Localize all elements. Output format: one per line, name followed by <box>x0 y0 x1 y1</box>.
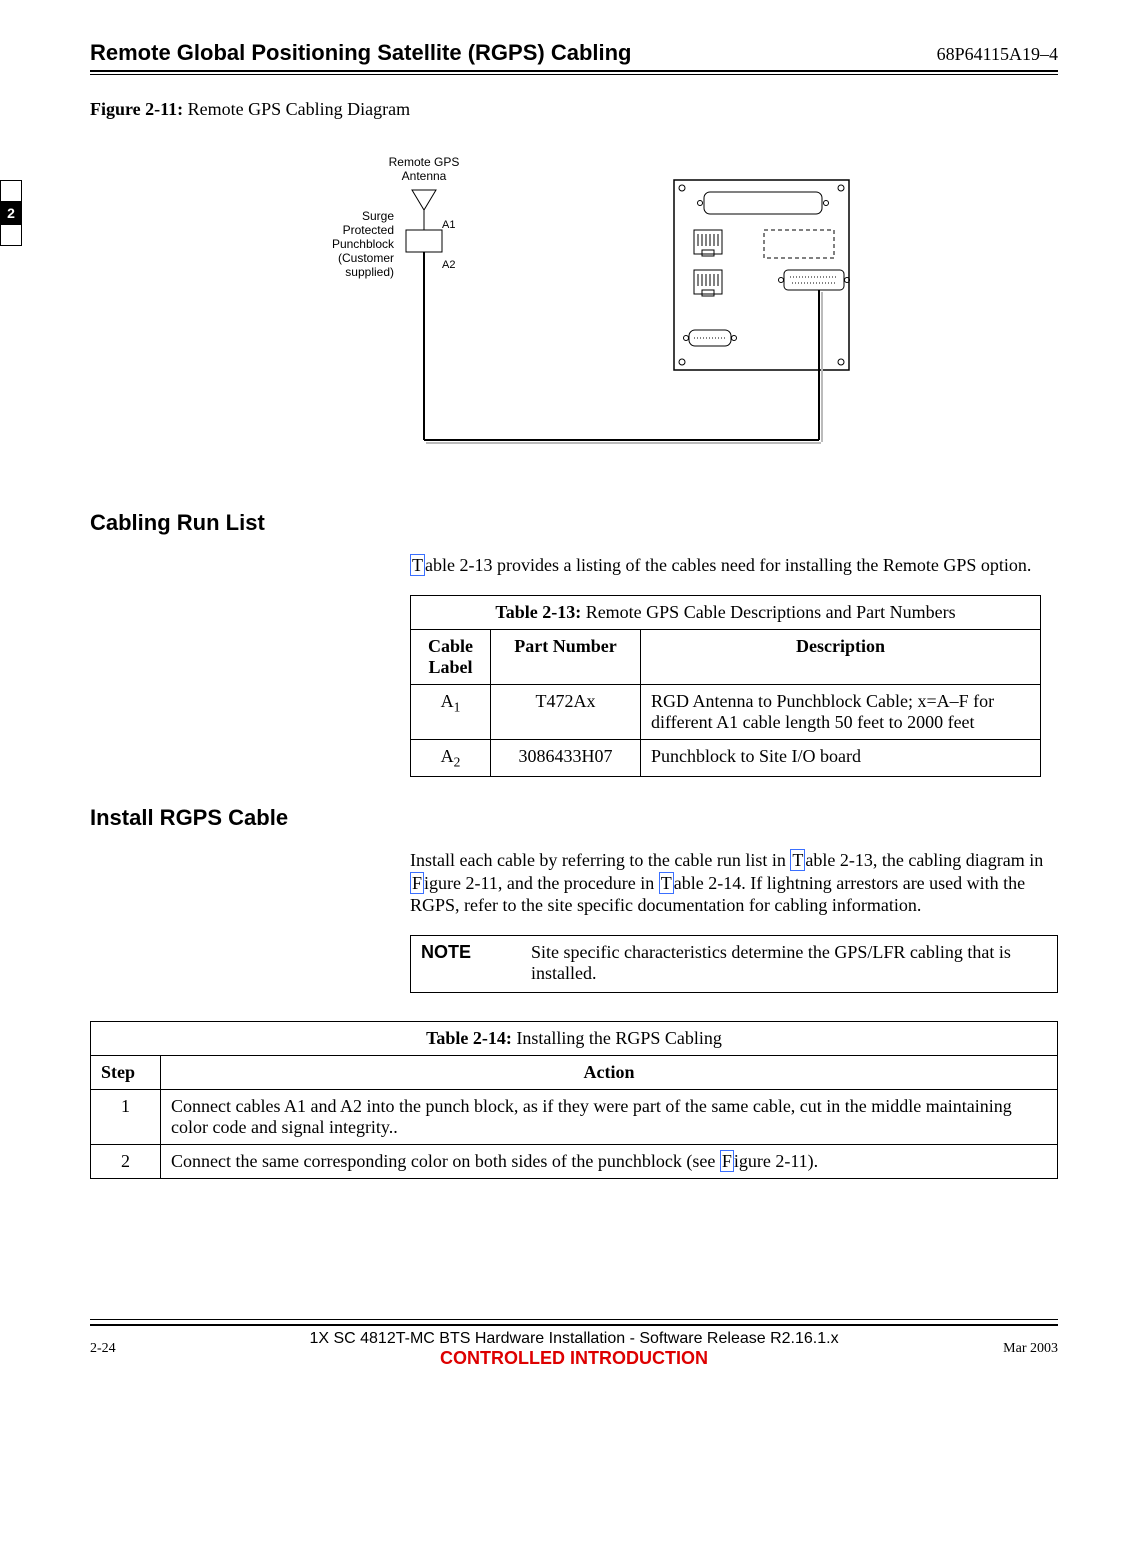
cell-action: Connect the same corresponding color on … <box>161 1144 1058 1178</box>
footer-doc-title: 1X SC 4812T-MC BTS Hardware Installation… <box>190 1330 958 1348</box>
punchblock-box <box>406 230 442 252</box>
antenna-icon <box>412 190 436 210</box>
section1-text: able 2-13 provides a listing of the cabl… <box>425 555 1031 575</box>
table-title: Table 2-13: Remote GPS Cable Description… <box>411 595 1041 629</box>
section-heading-cabling-run-list: Cabling Run List <box>90 510 1058 536</box>
screw-icon <box>838 359 844 365</box>
table-2-14: Table 2-14: Installing the RGPS Cabling … <box>90 1021 1058 1179</box>
pb-label-2: Protected <box>343 223 394 237</box>
section2-seg1: Install each cable by referring to the c… <box>410 850 790 870</box>
header-rule <box>90 74 1058 75</box>
col-header-cable-label: Cable Label <box>411 629 491 684</box>
section2-seg2: able 2-13, the cabling diagram in <box>805 850 1043 870</box>
gps-cabling-svg: Remote GPS Antenna A1 Surge Protected Pu… <box>294 150 854 460</box>
col-header-step: Step <box>91 1055 161 1089</box>
footer-date: Mar 2003 <box>958 1341 1058 1357</box>
db-connector-small <box>784 270 844 290</box>
table-row: A2 3086433H07 Punchblock to Site I/O boa… <box>411 739 1041 777</box>
table-row: 1 Connect cables A1 and A2 into the punc… <box>91 1089 1058 1144</box>
table-title-bold: Table 2-13: <box>495 602 581 622</box>
screw-icon <box>679 359 685 365</box>
antenna-label-1: Remote GPS <box>389 155 460 169</box>
col-header-action: Action <box>161 1055 1058 1089</box>
chapter-tab: 2 <box>0 180 22 246</box>
section2-para: Install each cable by referring to the c… <box>410 849 1058 917</box>
rj-icon <box>694 270 722 296</box>
cell-cable-label: A2 <box>411 739 491 777</box>
note-text: Site specific characteristics determine … <box>531 942 1047 984</box>
table-row: A1 T472Ax RGD Antenna to Punchblock Cabl… <box>411 684 1041 739</box>
pb-label-4: (Customer <box>338 251 394 265</box>
footer-center: 1X SC 4812T-MC BTS Hardware Installation… <box>190 1330 958 1369</box>
screw-icon <box>732 336 737 341</box>
tab-number: 2 <box>0 202 22 224</box>
page-header: Remote Global Positioning Satellite (RGP… <box>90 40 1058 72</box>
cell-part-number: 3086433H07 <box>491 739 641 777</box>
screw-icon <box>698 201 703 206</box>
footer-rule-thin <box>90 1319 1058 1322</box>
footer-controlled: CONTROLLED INTRODUCTION <box>190 1348 958 1369</box>
table-title-bold: Table 2-14: <box>426 1028 512 1048</box>
table-row: 2 Connect the same corresponding color o… <box>91 1144 1058 1178</box>
screw-icon <box>684 336 689 341</box>
header-title: Remote Global Positioning Satellite (RGP… <box>90 40 632 66</box>
figure-ref-link[interactable]: F <box>410 872 424 894</box>
antenna-label-2: Antenna <box>402 169 447 183</box>
footer-pagenum: 2-24 <box>90 1341 190 1357</box>
figure-label: Figure 2-11: <box>90 99 183 119</box>
note-box: NOTE Site specific characteristics deter… <box>410 935 1058 993</box>
cell-cable-label: A1 <box>411 684 491 739</box>
note-label: NOTE <box>421 942 531 984</box>
cell-description: RGD Antenna to Punchblock Cable; x=A–F f… <box>641 684 1041 739</box>
figure-diagram: Remote GPS Antenna A1 Surge Protected Pu… <box>90 150 1058 460</box>
pb-label-3: Punchblock <box>332 237 395 251</box>
cell-step: 2 <box>91 1144 161 1178</box>
dashed-slot <box>764 230 834 258</box>
tab-blank <box>0 224 22 246</box>
col-header-description: Description <box>641 629 1041 684</box>
cell-action: Connect cables A1 and A2 into the punch … <box>161 1089 1058 1144</box>
cell-part-number: T472Ax <box>491 684 641 739</box>
screw-icon <box>838 185 844 191</box>
figure-caption: Figure 2-11: Remote GPS Cabling Diagram <box>90 99 1058 120</box>
a1-label: A1 <box>442 219 455 231</box>
cell-description: Punchblock to Site I/O board <box>641 739 1041 777</box>
table-ref-link[interactable]: T <box>659 872 674 894</box>
col-header-part-number: Part Number <box>491 629 641 684</box>
figure-title: Remote GPS Cabling Diagram <box>188 99 410 119</box>
a2-label: A2 <box>442 259 455 271</box>
screw-icon <box>779 278 784 283</box>
section-heading-install-rgps: Install RGPS Cable <box>90 805 1058 831</box>
section2-seg3: igure 2-11, and the procedure in <box>424 873 659 893</box>
table-ref-link[interactable]: T <box>790 849 805 871</box>
table-2-13: Table 2-13: Remote GPS Cable Description… <box>410 595 1041 778</box>
table-title-rest: Installing the RGPS Cabling <box>512 1028 722 1048</box>
section1-para: Table 2-13 provides a listing of the cab… <box>410 554 1058 577</box>
figure-ref-link[interactable]: F <box>720 1150 734 1172</box>
tab-blank <box>0 180 22 202</box>
table-title: Table 2-14: Installing the RGPS Cabling <box>91 1021 1058 1055</box>
cell-step: 1 <box>91 1089 161 1144</box>
rj-icon <box>694 230 722 256</box>
pb-label-1: Surge <box>362 209 394 223</box>
page-footer: 2-24 1X SC 4812T-MC BTS Hardware Install… <box>90 1326 1058 1369</box>
screw-icon <box>824 201 829 206</box>
table-title-rest: Remote GPS Cable Descriptions and Part N… <box>581 602 955 622</box>
db-connector-top <box>704 192 822 214</box>
screw-icon <box>679 185 685 191</box>
section1-body: Table 2-13 provides a listing of the cab… <box>410 554 1058 577</box>
pb-label-5: supplied) <box>345 265 394 279</box>
table-ref-link[interactable]: T <box>410 554 425 576</box>
header-docnum: 68P64115A19–4 <box>937 44 1058 65</box>
section2-body: Install each cable by referring to the c… <box>410 849 1058 917</box>
